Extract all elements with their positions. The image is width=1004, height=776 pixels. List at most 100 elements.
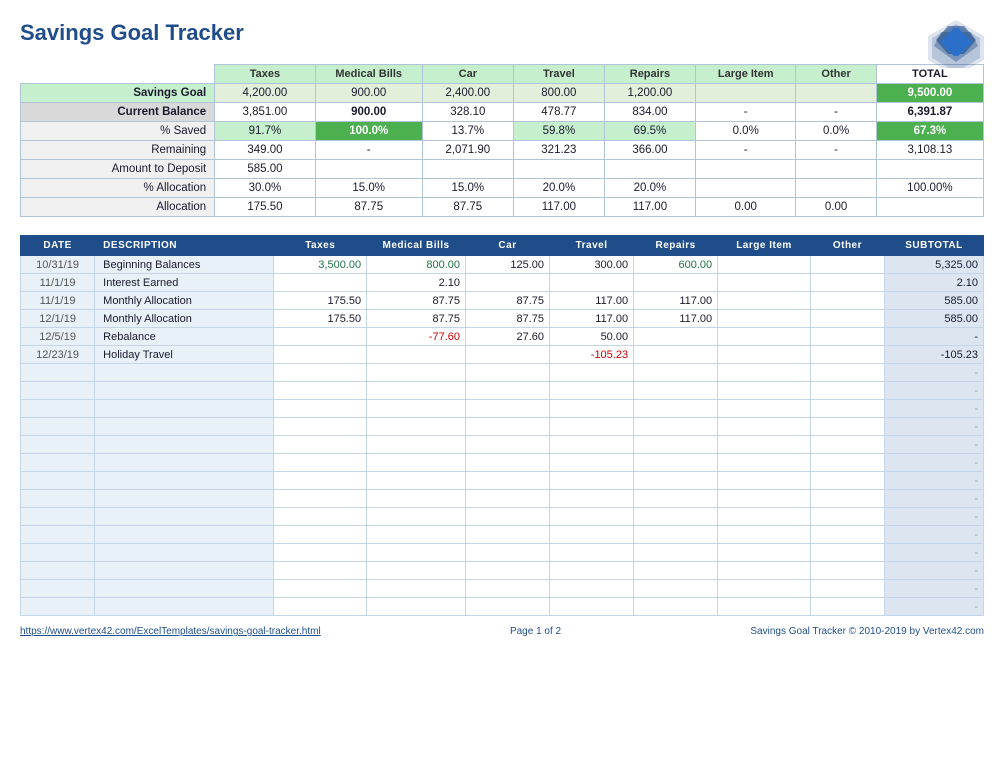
col-repairs: Repairs [604,65,695,84]
sg-large-item [695,84,795,103]
empty-row-1: - [21,382,984,400]
pa-label: % Allocation [21,179,215,198]
pa-large-item [695,179,795,198]
sg-taxes: 4,200.00 [215,84,315,103]
sg-total: 9,500.00 [876,84,983,103]
rem-other: - [796,141,876,160]
atd-travel [513,160,604,179]
col-car: Car [422,65,513,84]
empty-row-10: - [21,544,984,562]
atd-repairs [604,160,695,179]
cb-travel: 478.77 [513,103,604,122]
empty-row-9: - [21,526,984,544]
empty-row-7: - [21,490,984,508]
th-repairs: Repairs [634,236,718,256]
footer-copyright: Savings Goal Tracker © 2010-2019 by Vert… [750,626,984,637]
al-label: Allocation [21,198,215,217]
summary-table: Taxes Medical Bills Car Travel Repairs L… [20,64,984,217]
cb-other: - [796,103,876,122]
th-subtotal: SUBTOTAL [885,236,984,256]
savings-goal-row: Savings Goal 4,200.00 900.00 2,400.00 80… [21,84,984,103]
th-date: DATE [21,236,95,256]
atd-other [796,160,876,179]
amount-deposit-row: Amount to Deposit 585.00 [21,160,984,179]
rem-travel: 321.23 [513,141,604,160]
cb-car: 328.10 [422,103,513,122]
th-car: Car [466,236,550,256]
atd-label: Amount to Deposit [21,160,215,179]
trans-row-2: 11/1/19Monthly Allocation175.5087.7587.7… [21,292,984,310]
ps-repairs: 69.5% [604,122,695,141]
empty-row-11: - [21,562,984,580]
page-title: Savings Goal Tracker [20,20,984,46]
pa-repairs: 20.0% [604,179,695,198]
rem-repairs: 366.00 [604,141,695,160]
sg-medical: 900.00 [315,84,422,103]
rem-taxes: 349.00 [215,141,315,160]
trans-row-1: 11/1/19Interest Earned2.102.10 [21,274,984,292]
empty-row-3: - [21,418,984,436]
sg-repairs: 1,200.00 [604,84,695,103]
th-taxes: Taxes [274,236,367,256]
cb-medical: 900.00 [315,103,422,122]
savings-goal-label: Savings Goal [21,84,215,103]
pa-taxes: 30.0% [215,179,315,198]
empty-row-0: - [21,364,984,382]
atd-car [422,160,513,179]
th-medical: Medical Bills [367,236,466,256]
ps-other: 0.0% [796,122,876,141]
rem-total: 3,108.13 [876,141,983,160]
th-description: DESCRIPTION [95,236,274,256]
al-car: 87.75 [422,198,513,217]
pa-medical: 15.0% [315,179,422,198]
empty-row-12: - [21,580,984,598]
sg-car: 2,400.00 [422,84,513,103]
th-travel: Travel [550,236,634,256]
pa-other [796,179,876,198]
empty-row-8: - [21,508,984,526]
ps-taxes: 91.7% [215,122,315,141]
trans-row-5: 12/23/19Holiday Travel-105.23-105.23 [21,346,984,364]
cb-label: Current Balance [21,103,215,122]
empty-row-4: - [21,436,984,454]
logo: vertex42 [926,18,986,71]
col-taxes: Taxes [215,65,315,84]
footer-url: https://www.vertex42.com/ExcelTemplates/… [20,626,321,637]
al-other: 0.00 [796,198,876,217]
cb-repairs: 834.00 [604,103,695,122]
ps-travel: 59.8% [513,122,604,141]
al-travel: 117.00 [513,198,604,217]
rem-medical: - [315,141,422,160]
footer: https://www.vertex42.com/ExcelTemplates/… [20,626,984,637]
rem-car: 2,071.90 [422,141,513,160]
col-other: Other [796,65,876,84]
th-other: Other [810,236,884,256]
transactions-table: DATE DESCRIPTION Taxes Medical Bills Car… [20,235,984,616]
atd-taxes: 585.00 [215,160,315,179]
trans-row-0: 10/31/19Beginning Balances3,500.00800.00… [21,256,984,274]
pa-travel: 20.0% [513,179,604,198]
pct-alloc-row: % Allocation 30.0% 15.0% 15.0% 20.0% 20.… [21,179,984,198]
cb-total: 6,391.87 [876,103,983,122]
sg-travel: 800.00 [513,84,604,103]
rem-label: Remaining [21,141,215,160]
pa-car: 15.0% [422,179,513,198]
trans-row-4: 12/5/19Rebalance-77.6027.6050.00- [21,328,984,346]
th-large-item: Large Item [718,236,811,256]
cb-large-item: - [695,103,795,122]
empty-row-5: - [21,454,984,472]
empty-row-13: - [21,598,984,616]
pct-saved-row: % Saved 91.7% 100.0% 13.7% 59.8% 69.5% 0… [21,122,984,141]
pa-total: 100.00% [876,179,983,198]
trans-row-3: 12/1/19Monthly Allocation175.5087.7587.7… [21,310,984,328]
ps-total: 67.3% [876,122,983,141]
rem-large-item: - [695,141,795,160]
remaining-row: Remaining 349.00 - 2,071.90 321.23 366.0… [21,141,984,160]
alloc-row: Allocation 175.50 87.75 87.75 117.00 117… [21,198,984,217]
empty-row-2: - [21,400,984,418]
atd-total [876,160,983,179]
col-travel: Travel [513,65,604,84]
al-total [876,198,983,217]
current-balance-row: Current Balance 3,851.00 900.00 328.10 4… [21,103,984,122]
al-repairs: 117.00 [604,198,695,217]
